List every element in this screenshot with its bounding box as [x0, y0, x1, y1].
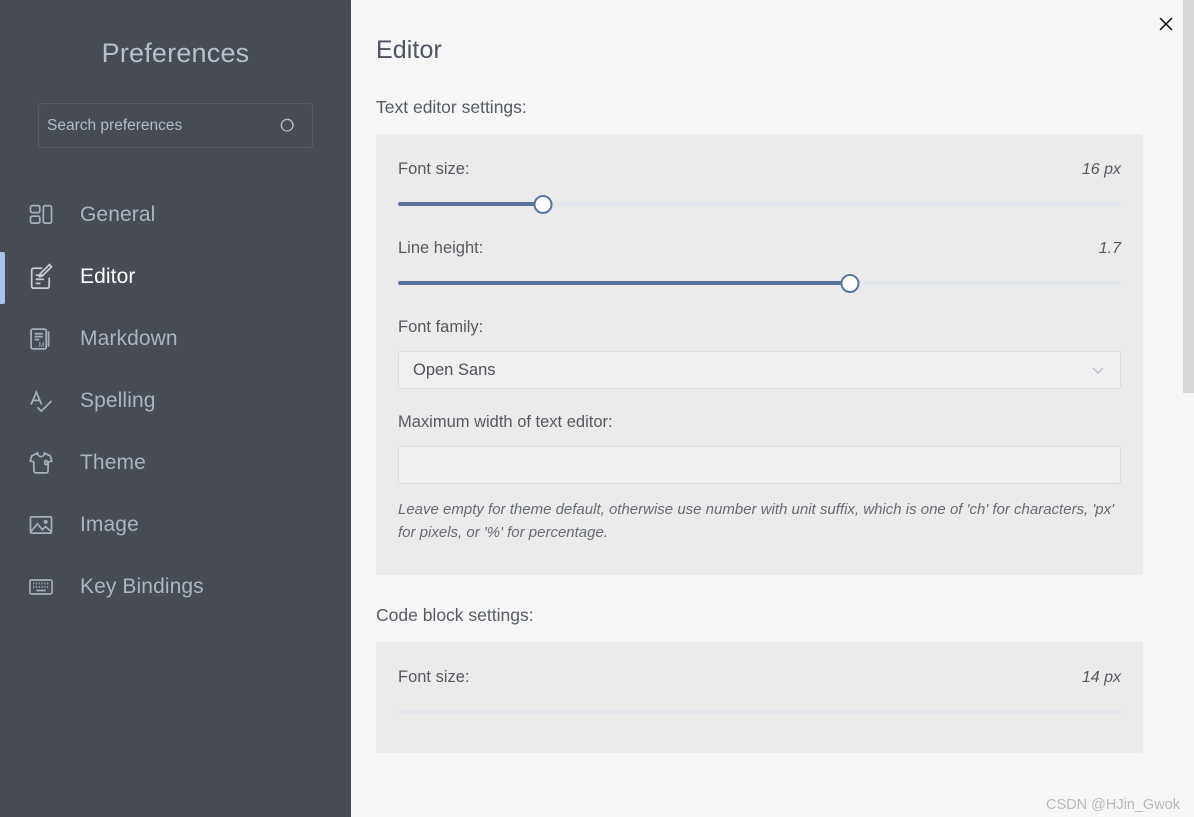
- sidebar-item-general[interactable]: General: [0, 184, 351, 246]
- section-heading-text-editor: Text editor settings:: [376, 97, 1143, 118]
- sidebar-nav: General Editor: [0, 184, 351, 618]
- field-font-family: Font family: Open Sans: [398, 318, 1121, 389]
- sidebar-item-label: Theme: [80, 451, 146, 475]
- field-label: Line height:: [398, 239, 483, 258]
- field-line-height: Line height: 1.7: [398, 239, 1121, 294]
- field-label: Maximum width of text editor:: [398, 413, 613, 432]
- watermark: CSDN @HJin_Gwok: [1046, 797, 1180, 813]
- sidebar-item-label: General: [80, 203, 155, 227]
- sidebar-item-label: Editor: [80, 265, 135, 289]
- field-value: 14 px: [1082, 669, 1121, 687]
- line-height-slider[interactable]: [398, 272, 1121, 294]
- layout-blocks-icon: [24, 198, 58, 232]
- close-button[interactable]: [1146, 4, 1186, 44]
- field-label: Font size:: [398, 668, 470, 687]
- font-size-slider[interactable]: [398, 193, 1121, 215]
- search-preferences-box[interactable]: [38, 103, 313, 148]
- sidebar-item-label: Markdown: [80, 327, 178, 351]
- sidebar-item-label: Image: [80, 513, 139, 537]
- text-editor-settings-card: Font size: 16 px Line height: 1.7: [376, 134, 1143, 575]
- slider-track: [398, 710, 1121, 714]
- svg-text:M: M: [39, 342, 45, 349]
- slider-fill: [398, 202, 543, 206]
- main-panel: Editor Text editor settings: Font size: …: [351, 0, 1194, 817]
- sidebar-item-spelling[interactable]: Spelling: [0, 370, 351, 432]
- field-label: Font family:: [398, 318, 483, 337]
- section-heading-code-block: Code block settings:: [376, 605, 1143, 626]
- sidebar-item-theme[interactable]: Theme: [0, 432, 351, 494]
- spellcheck-icon: [24, 384, 58, 418]
- max-width-input[interactable]: [398, 446, 1121, 484]
- sidebar-item-label: Key Bindings: [80, 575, 204, 599]
- preferences-window: Preferences General: [0, 0, 1194, 817]
- field-value: 1.7: [1099, 240, 1121, 258]
- field-max-width: Maximum width of text editor: Leave empt…: [398, 413, 1121, 545]
- page-title: Editor: [376, 36, 1143, 65]
- code-block-settings-card: Font size: 14 px: [376, 642, 1143, 753]
- slider-fill: [398, 281, 850, 285]
- field-code-font-size: Font size: 14 px: [398, 668, 1121, 723]
- sidebar-item-markdown[interactable]: M Markdown: [0, 308, 351, 370]
- max-width-hint: Leave empty for theme default, otherwise…: [398, 498, 1121, 545]
- field-font-size: Font size: 16 px: [398, 160, 1121, 215]
- settings-scroll-area: Editor Text editor settings: Font size: …: [351, 0, 1182, 817]
- vertical-scrollbar[interactable]: [1182, 0, 1194, 817]
- code-font-size-slider[interactable]: [398, 701, 1121, 723]
- edit-document-icon: [24, 260, 58, 294]
- sidebar-item-label: Spelling: [80, 389, 156, 413]
- scrollbar-thumb[interactable]: [1183, 0, 1194, 393]
- slider-thumb[interactable]: [840, 274, 859, 293]
- search-input[interactable]: [47, 117, 278, 135]
- field-value: 16 px: [1082, 161, 1121, 179]
- search-icon[interactable]: [278, 116, 298, 136]
- sidebar-item-key-bindings[interactable]: Key Bindings: [0, 556, 351, 618]
- chevron-down-icon[interactable]: [1088, 360, 1108, 380]
- keyboard-icon: [24, 570, 58, 604]
- field-label: Font size:: [398, 160, 470, 179]
- markdown-document-icon: M: [24, 322, 58, 356]
- sidebar: Preferences General: [0, 0, 351, 817]
- sidebar-title: Preferences: [0, 38, 351, 69]
- font-family-value: Open Sans: [413, 361, 1088, 380]
- sidebar-item-editor[interactable]: Editor: [0, 246, 351, 308]
- sidebar-item-image[interactable]: Image: [0, 494, 351, 556]
- tshirt-icon: [24, 446, 58, 480]
- slider-thumb[interactable]: [533, 195, 552, 214]
- font-family-select[interactable]: Open Sans: [398, 351, 1121, 389]
- image-icon: [24, 508, 58, 542]
